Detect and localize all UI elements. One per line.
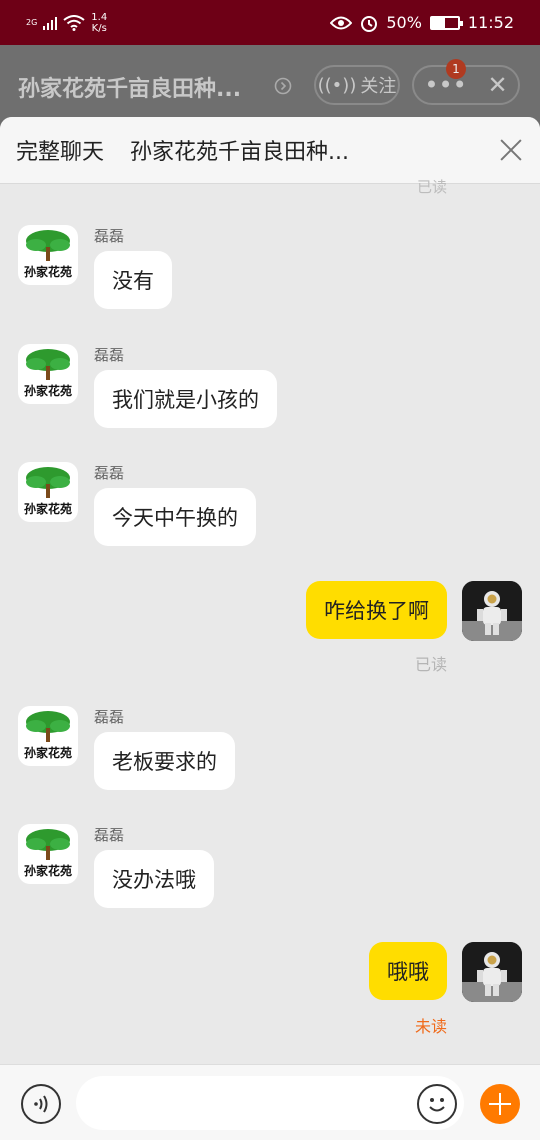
sender-name: 磊磊 bbox=[94, 826, 125, 844]
avatar-label: 孙家花苑 bbox=[24, 863, 72, 878]
avatar[interactable]: 孙家花苑 bbox=[18, 225, 78, 285]
avatar-label: 孙家花苑 bbox=[24, 264, 72, 279]
unread-status: 未读 bbox=[414, 1017, 447, 1036]
full-chat-sheet: 完整聊天 孙家花苑千亩良田种... 已读 孙家花苑 磊磊 没有 孙家花苑 磊磊 … bbox=[0, 117, 540, 1140]
chevron-circle-icon bbox=[274, 77, 292, 95]
message-bubble[interactable]: 咋给换了啊 bbox=[306, 581, 447, 639]
follow-label: 关注 bbox=[360, 76, 397, 97]
network-type: 2G bbox=[26, 18, 38, 27]
close-icon[interactable] bbox=[498, 137, 524, 163]
emoji-icon[interactable] bbox=[417, 1084, 457, 1124]
astronaut-icon bbox=[462, 581, 522, 641]
message-input[interactable] bbox=[76, 1076, 464, 1130]
notification-badge: 1 bbox=[446, 59, 466, 79]
input-bar bbox=[0, 1064, 540, 1140]
net-speed: 1.4 K/s bbox=[91, 12, 107, 34]
message-bubble[interactable]: 没办法哦 bbox=[94, 850, 214, 908]
read-status: 已读 bbox=[416, 178, 447, 196]
battery-fill bbox=[431, 17, 445, 28]
plus-icon[interactable] bbox=[480, 1084, 520, 1124]
net-speed-value: 1.4 bbox=[91, 11, 108, 23]
background-shop-title: 孙家花苑千亩良田种... bbox=[18, 77, 242, 102]
sheet-subtitle: 孙家花苑千亩良田种... bbox=[130, 140, 349, 165]
astronaut-icon bbox=[462, 942, 522, 1002]
broadcast-icon: ((•)) bbox=[317, 74, 357, 96]
avatar[interactable]: 孙家花苑 bbox=[18, 824, 78, 884]
avatar[interactable] bbox=[462, 581, 522, 641]
avatar[interactable] bbox=[462, 942, 522, 1002]
message-bubble[interactable]: 我们就是小孩的 bbox=[94, 370, 277, 428]
tree-logo-icon: 孙家花苑 bbox=[24, 467, 72, 516]
avatar[interactable]: 孙家花苑 bbox=[18, 706, 78, 766]
background-page-header: 孙家花苑千亩良田种... ((•)) 关注 ••• ✕ 1 bbox=[0, 45, 540, 120]
more-close-capsule: ••• ✕ bbox=[412, 65, 520, 105]
avatar-label: 孙家花苑 bbox=[24, 745, 72, 760]
avatar[interactable]: 孙家花苑 bbox=[18, 462, 78, 522]
sender-name: 磊磊 bbox=[94, 227, 125, 245]
message-bubble[interactable]: 哦哦 bbox=[369, 942, 447, 1000]
message-bubble[interactable]: 老板要求的 bbox=[94, 732, 235, 790]
sheet-title: 完整聊天 bbox=[16, 140, 105, 165]
status-bar: 2G 1.4 K/s 50% 11:52 bbox=[0, 0, 540, 45]
sender-name: 磊磊 bbox=[94, 708, 125, 726]
sender-name: 磊磊 bbox=[94, 464, 125, 482]
tree-logo-icon: 孙家花苑 bbox=[24, 230, 72, 279]
sender-name: 磊磊 bbox=[94, 346, 125, 364]
tree-logo-icon: 孙家花苑 bbox=[24, 829, 72, 878]
avatar[interactable]: 孙家花苑 bbox=[18, 344, 78, 404]
tree-logo-icon: 孙家花苑 bbox=[24, 711, 72, 760]
message-bubble[interactable]: 没有 bbox=[94, 251, 172, 309]
close-icon: ✕ bbox=[487, 71, 508, 99]
sheet-header: 完整聊天 孙家花苑千亩良田种... bbox=[0, 117, 540, 184]
battery-percent: 50% bbox=[386, 13, 422, 32]
avatar-label: 孙家花苑 bbox=[24, 383, 72, 398]
avatar-label: 孙家花苑 bbox=[24, 501, 72, 516]
signal-icon bbox=[43, 16, 58, 30]
wifi-icon bbox=[63, 14, 85, 31]
network-indicator: 2G bbox=[26, 18, 37, 27]
eye-icon bbox=[330, 16, 353, 29]
chat-list[interactable]: 已读 孙家花苑 磊磊 没有 孙家花苑 磊磊 我们就是小孩的 孙家花苑 磊磊 今天… bbox=[0, 178, 540, 1064]
read-status: 已读 bbox=[414, 655, 447, 674]
follow-button: ((•)) 关注 bbox=[314, 65, 400, 105]
alarm-icon bbox=[361, 15, 378, 32]
net-speed-unit: K/s bbox=[91, 22, 107, 34]
clock: 11:52 bbox=[467, 13, 514, 32]
voice-icon[interactable] bbox=[21, 1084, 61, 1124]
tree-logo-icon: 孙家花苑 bbox=[24, 349, 72, 398]
battery-icon bbox=[429, 15, 463, 30]
message-bubble[interactable]: 今天中午换的 bbox=[94, 488, 256, 546]
